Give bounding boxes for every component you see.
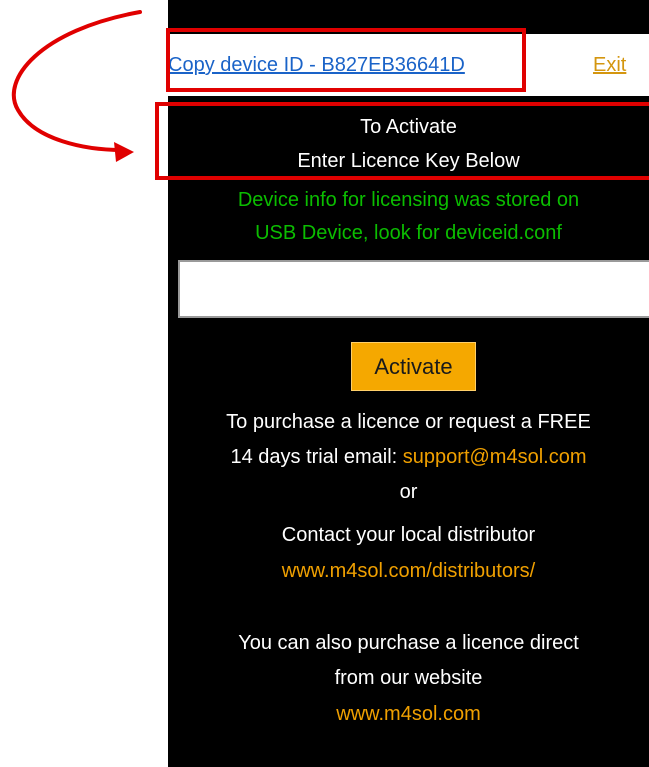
activate-highlight-box xyxy=(155,102,649,180)
exit-link[interactable]: Exit xyxy=(593,54,626,77)
contact-distributor-text: Contact your local distributor xyxy=(281,524,536,546)
licence-key-input[interactable] xyxy=(178,260,649,318)
copy-id-highlight-box xyxy=(166,28,526,92)
website-link[interactable]: www.m4sol.com xyxy=(168,703,649,726)
purchase-text-line-1: To purchase a licence or request a FREE xyxy=(226,411,591,433)
or-label: or xyxy=(399,481,418,503)
distributors-link[interactable]: www.m4sol.com/distributors/ xyxy=(168,560,649,583)
direct-purchase-line-2: from our website xyxy=(334,667,483,689)
device-info-line-2: USB Device, look for deviceid.conf xyxy=(255,222,562,244)
trial-email-prefix: 14 days trial email: xyxy=(230,446,398,468)
support-email-link[interactable]: support@m4sol.com xyxy=(403,446,587,468)
screenshot-stage: Copy device ID - B827EB36641D Exit To Ac… xyxy=(0,0,649,767)
direct-purchase-line-1: You can also purchase a licence direct xyxy=(238,632,579,654)
device-info-line-1: Device info for licensing was stored on xyxy=(237,189,580,211)
activate-button[interactable]: Activate xyxy=(351,342,476,391)
purchase-text-line-2: 14 days trial email: support@m4sol.com xyxy=(168,446,649,469)
